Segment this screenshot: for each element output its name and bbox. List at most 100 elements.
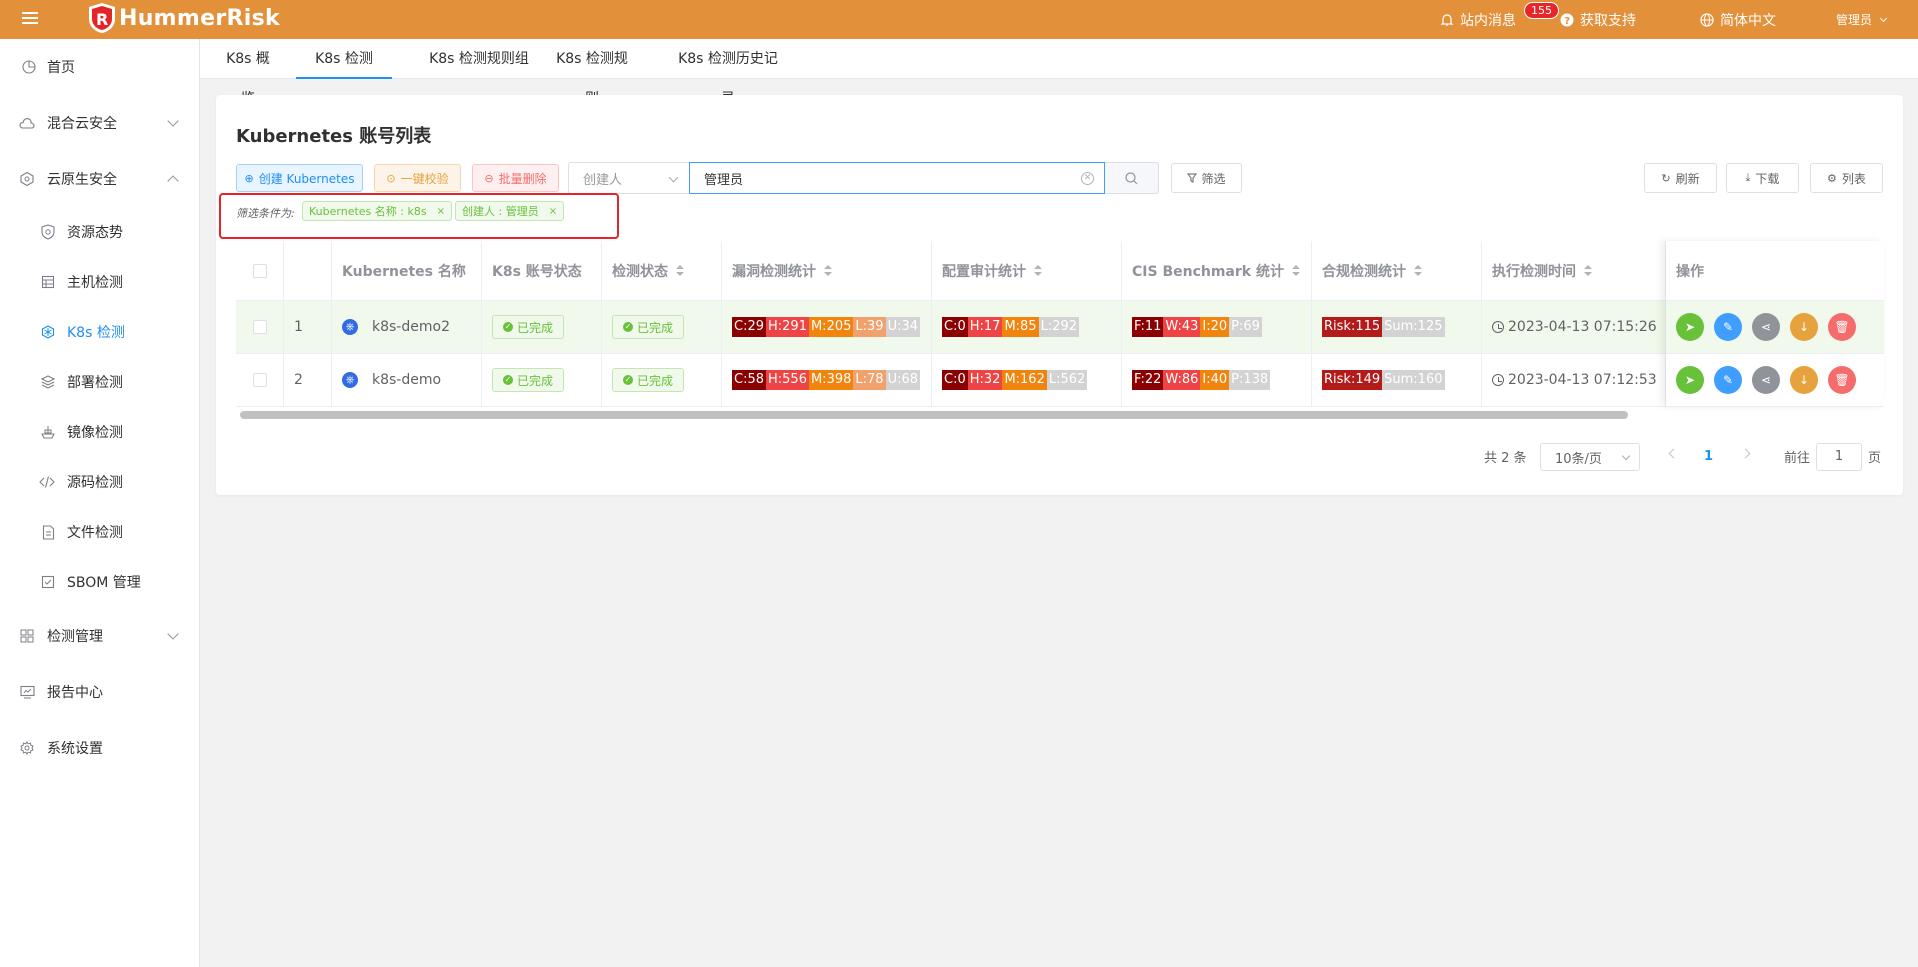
- sidebar-item-source-scan[interactable]: 源码检测: [0, 462, 199, 502]
- user-menu[interactable]: 管理员: [1836, 11, 1888, 28]
- row-compliance-stats-cell[interactable]: Risk:115 Sum:125: [1312, 301, 1482, 354]
- language-label: 简体中文: [1720, 12, 1776, 29]
- columns-button[interactable]: ⚙ 列表: [1810, 163, 1883, 193]
- download-report-button[interactable]: ↓: [1790, 366, 1818, 394]
- select-all-checkbox[interactable]: [252, 263, 267, 278]
- pass-count: P:138: [1229, 370, 1271, 390]
- edit-button[interactable]: ✎: [1714, 366, 1742, 394]
- row-operations: ➤ ✎ ⋖ ↓ 🗑: [1666, 301, 1884, 354]
- language-switch[interactable]: 简体中文: [1700, 10, 1776, 30]
- sort-icon[interactable]: [1034, 264, 1042, 277]
- create-kubernetes-button[interactable]: ⊕ 创建 Kubernetes: [236, 164, 363, 192]
- messages-link[interactable]: 站内消息: [1440, 10, 1516, 30]
- column-header-scan-time[interactable]: 执行检测时间: [1482, 241, 1666, 301]
- support-link[interactable]: ? 获取支持: [1560, 10, 1636, 30]
- delete-button[interactable]: 🗑: [1828, 313, 1856, 341]
- row-vuln-stats-cell[interactable]: C:29 H:291 M:205 L:39 U:34: [722, 301, 932, 354]
- current-page[interactable]: 1: [1704, 442, 1713, 470]
- row-cis-stats-cell[interactable]: F:22 W:86 I:40 P:138: [1122, 354, 1312, 407]
- sidebar-item-home[interactable]: 首页: [0, 47, 199, 87]
- chevron-down-icon: [668, 172, 679, 183]
- menu-toggle-icon[interactable]: [20, 9, 40, 29]
- filter-field-select[interactable]: 创建人: [568, 162, 690, 194]
- tab-k8s-overview[interactable]: K8s 概览: [220, 39, 276, 107]
- k8s-account-card: Kubernetes 账号列表 ⊕ 创建 Kubernetes ⊙ 一键校验 ⊖ 批量…: [216, 95, 1903, 495]
- row-cis-stats-cell[interactable]: F:11 W:43 I:20 P:69: [1122, 301, 1312, 354]
- sidebar-item-image-scan[interactable]: 镜像检测: [0, 412, 199, 452]
- row-compliance-stats-cell[interactable]: Risk:149 Sum:160: [1312, 354, 1482, 407]
- sort-icon[interactable]: [1584, 264, 1592, 277]
- sidebar-item-reports[interactable]: 报告中心: [0, 672, 199, 712]
- play-circle-icon: ⊙: [386, 171, 396, 185]
- tab-k8s-rules[interactable]: K8s 检测规则: [550, 39, 634, 107]
- chevron-up-icon: [167, 175, 179, 187]
- sidebar-item-scan-management[interactable]: 检测管理: [0, 616, 199, 656]
- tab-k8s-rule-groups[interactable]: K8s 检测规则组: [412, 39, 546, 79]
- sidebar-item-cloud-native[interactable]: 云原生安全: [0, 159, 199, 199]
- column-header-cis-stats[interactable]: CIS Benchmark 统计: [1122, 241, 1312, 301]
- edit-button[interactable]: ✎: [1714, 313, 1742, 341]
- row-vuln-stats-cell[interactable]: C:58 H:556 M:398 L:78 U:68: [722, 354, 932, 407]
- code-icon: [39, 474, 55, 490]
- medium-count: M:85: [1002, 317, 1039, 337]
- sort-icon[interactable]: [824, 264, 832, 277]
- sidebar-item-sbom[interactable]: SBOM 管理: [0, 562, 199, 602]
- row-account-status-cell: ✓ 已完成: [482, 354, 602, 407]
- tab-k8s-scan[interactable]: K8s 检测: [296, 39, 392, 79]
- row-checkbox[interactable]: [252, 373, 267, 387]
- sidebar-item-deploy-scan[interactable]: 部署检测: [0, 362, 199, 402]
- column-header-label: 合规检测统计: [1322, 263, 1406, 280]
- horizontal-scrollbar[interactable]: [240, 411, 1628, 419]
- sort-icon[interactable]: [1414, 264, 1422, 277]
- verify-all-button[interactable]: ⊙ 一键校验: [374, 164, 461, 192]
- close-icon[interactable]: ×: [549, 206, 557, 217]
- sidebar-item-hybrid-cloud[interactable]: 混合云安全: [0, 103, 199, 143]
- monitor-icon: [19, 684, 35, 700]
- status-badge[interactable]: ✓ 已完成: [612, 315, 685, 339]
- row-checkbox[interactable]: [252, 320, 267, 334]
- sidebar-item-label: 源码检测: [67, 475, 123, 491]
- sidebar-item-file-scan[interactable]: 文件检测: [0, 512, 199, 552]
- column-header-compliance-stats[interactable]: 合规检测统计: [1312, 241, 1482, 301]
- row-config-stats-cell[interactable]: C:0 H:17 M:85 L:292: [932, 301, 1122, 354]
- batch-delete-button[interactable]: ⊖ 批量删除: [472, 164, 559, 192]
- delete-button[interactable]: 🗑: [1828, 366, 1856, 394]
- page-size-select[interactable]: 10条/页: [1540, 443, 1640, 471]
- search-button[interactable]: [1105, 162, 1159, 194]
- sidebar-item-resource-status[interactable]: 资源态势: [0, 212, 199, 252]
- medium-count: M:398: [808, 370, 854, 390]
- sidebar-item-k8s-scan[interactable]: K8s 检测: [0, 312, 199, 352]
- dashboard-icon: [21, 59, 37, 75]
- brand-logo[interactable]: R HummerRisk: [87, 1, 280, 35]
- column-header-label: 漏洞检测统计: [732, 263, 816, 280]
- scan-button[interactable]: ➤: [1676, 313, 1704, 341]
- operations-column: 操作 ➤ ✎ ⋖ ↓ 🗑 ➤ ✎ ⋖ ↓ 🗑: [1666, 241, 1884, 407]
- sidebar-item-settings[interactable]: 系统设置: [0, 728, 199, 768]
- cloud-icon: [19, 115, 35, 131]
- filter-button[interactable]: 筛选: [1171, 163, 1242, 193]
- sort-icon[interactable]: [676, 264, 684, 277]
- download-button[interactable]: ⤓ 下载: [1726, 163, 1799, 193]
- medium-count: M:162: [1002, 370, 1047, 390]
- share-button[interactable]: ⋖: [1752, 366, 1780, 394]
- next-page-icon[interactable]: [1740, 448, 1751, 459]
- column-header-config-stats[interactable]: 配置审计统计: [932, 241, 1122, 301]
- search-input[interactable]: 管理员 ✕: [689, 162, 1105, 194]
- clear-icon[interactable]: ✕: [1081, 172, 1094, 185]
- sidebar-item-label: 部署检测: [67, 375, 123, 391]
- column-header-vuln-stats[interactable]: 漏洞检测统计: [722, 241, 932, 301]
- scan-button[interactable]: ➤: [1676, 366, 1704, 394]
- share-button[interactable]: ⋖: [1752, 313, 1780, 341]
- goto-page-input[interactable]: 1: [1816, 443, 1862, 471]
- close-icon[interactable]: ×: [437, 206, 445, 217]
- row-config-stats-cell[interactable]: C:0 H:32 M:162 L:562: [932, 354, 1122, 407]
- refresh-button[interactable]: ↻ 刷新: [1644, 163, 1717, 193]
- sidebar-item-host-scan[interactable]: 主机检测: [0, 262, 199, 302]
- prev-page-icon[interactable]: [1668, 448, 1679, 459]
- filter-field-value: 创建人: [583, 172, 623, 188]
- sort-icon[interactable]: [1291, 264, 1300, 277]
- status-badge[interactable]: ✓ 已完成: [612, 368, 685, 392]
- column-header-scan-status[interactable]: 检测状态: [602, 241, 722, 301]
- download-report-button[interactable]: ↓: [1790, 313, 1818, 341]
- tab-k8s-history[interactable]: K8s 检测历史记录: [672, 39, 784, 107]
